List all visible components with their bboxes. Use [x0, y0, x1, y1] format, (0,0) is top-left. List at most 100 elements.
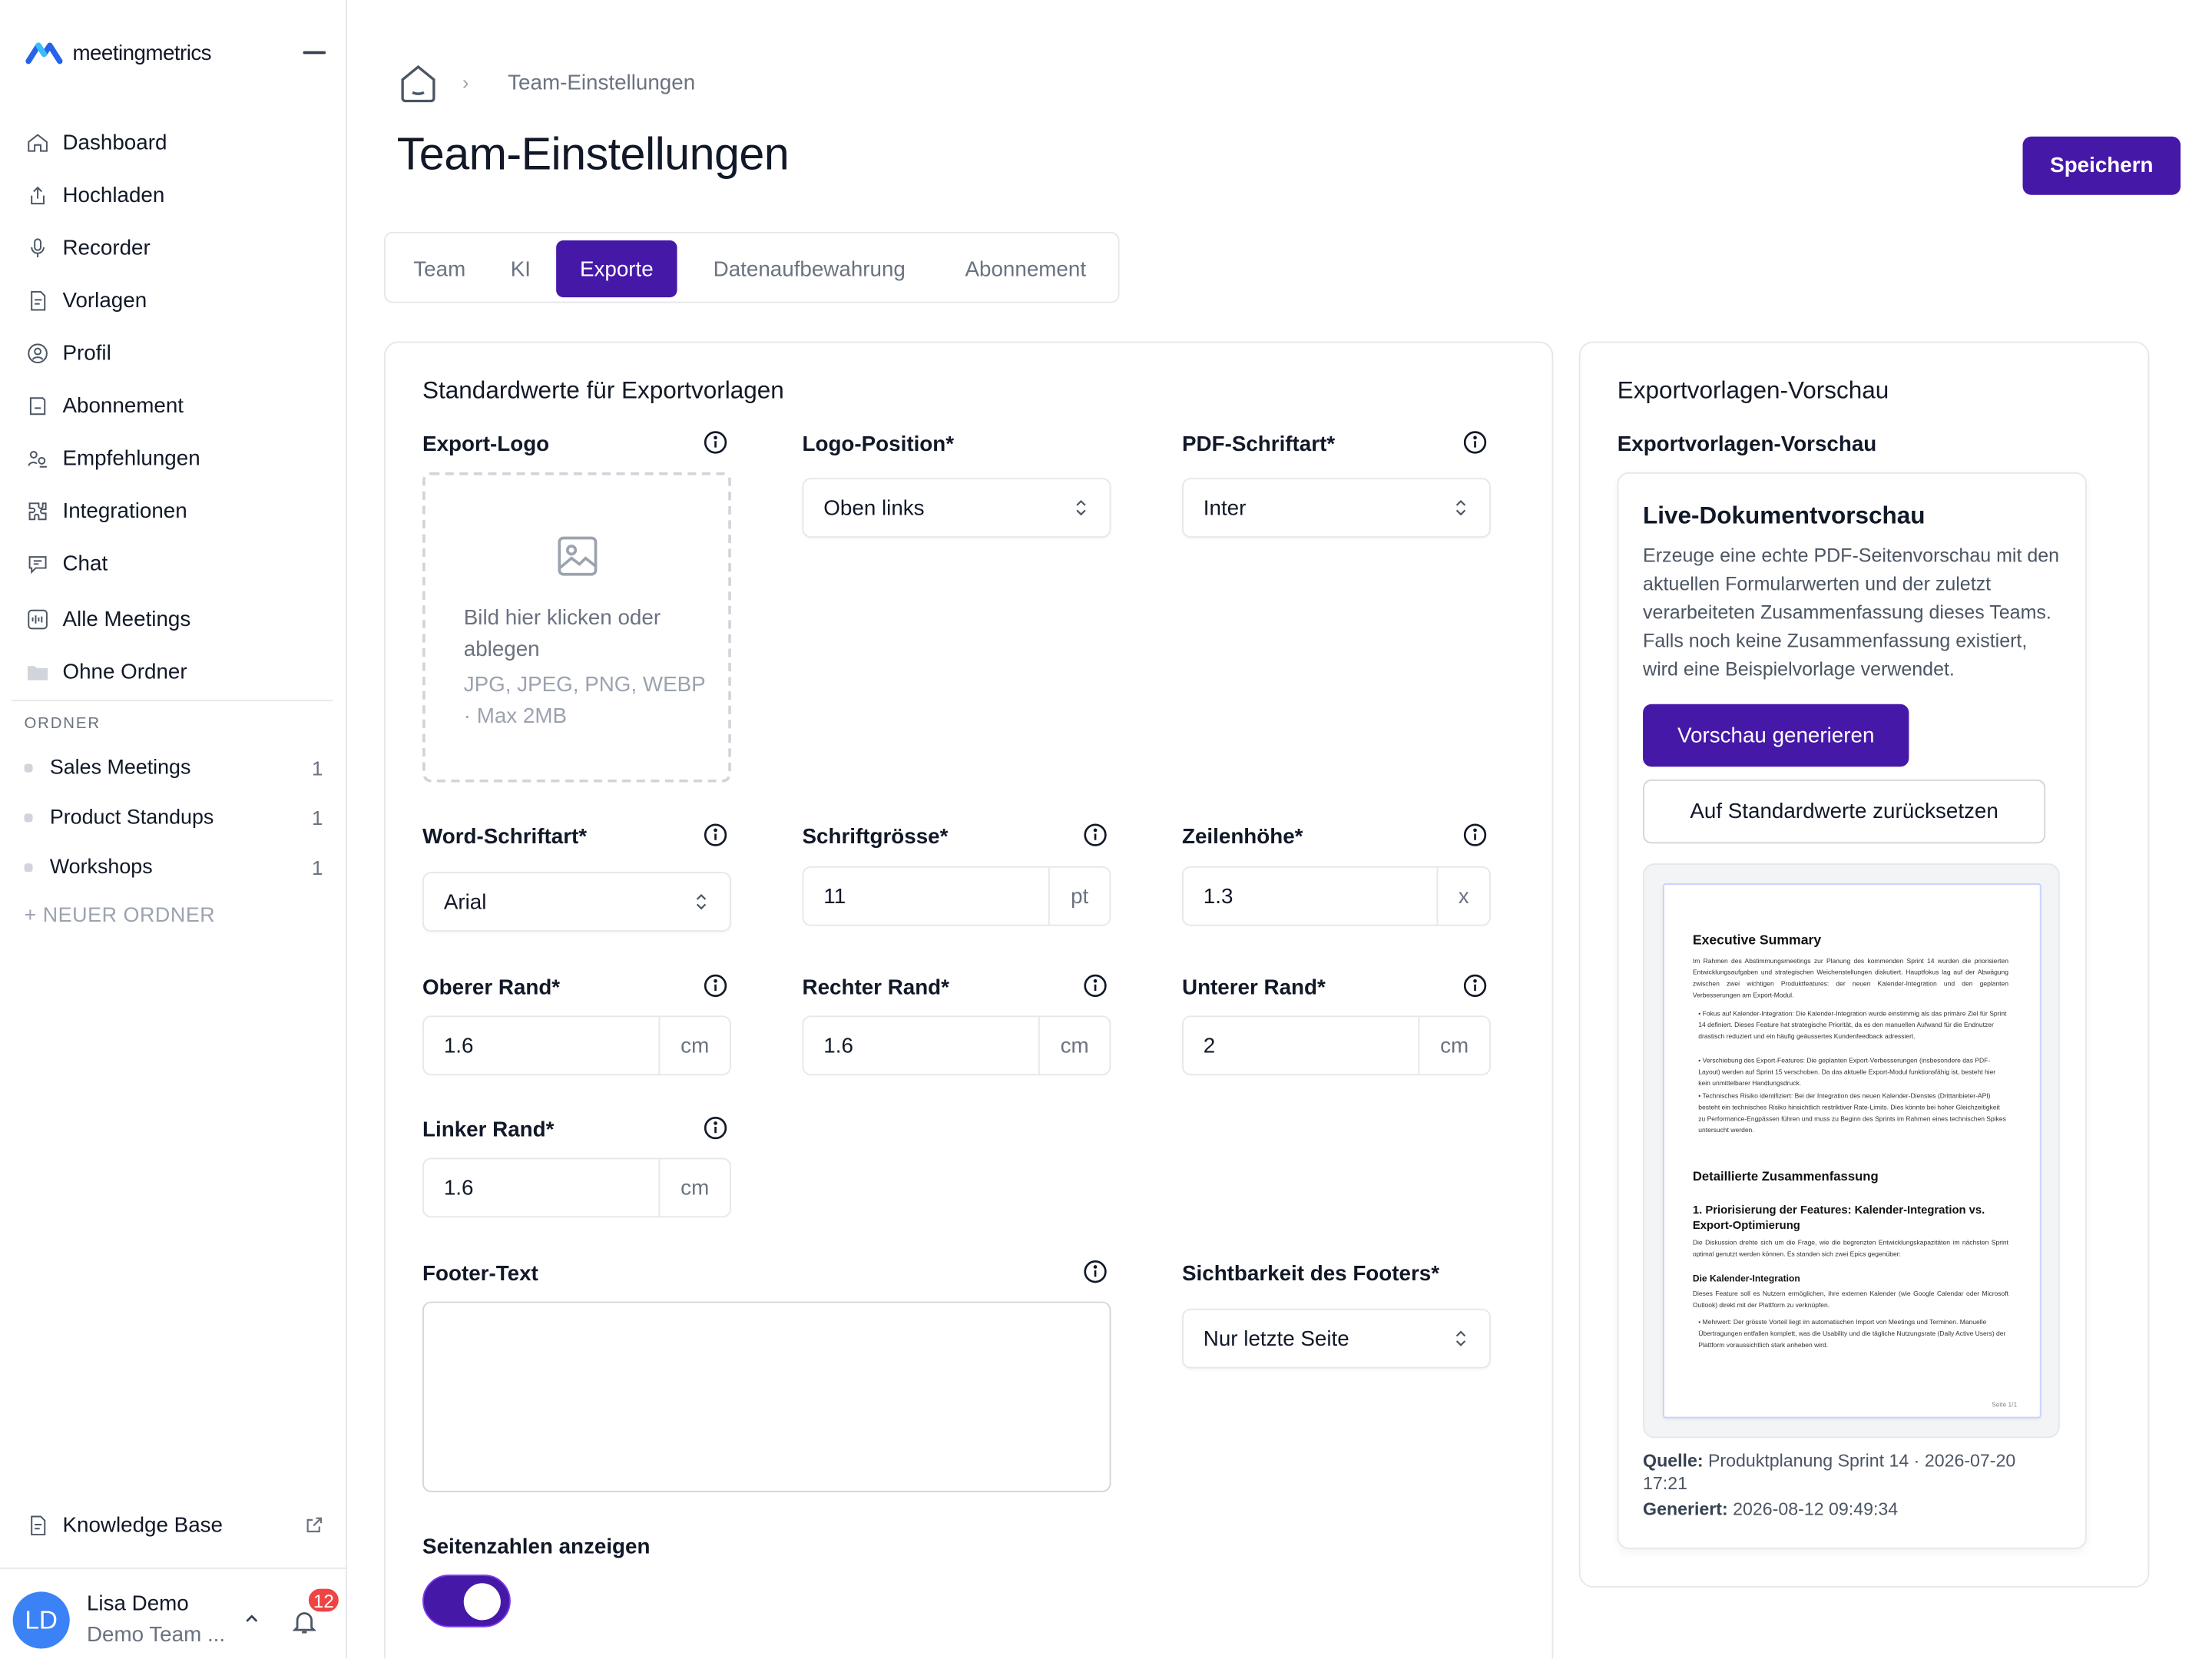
line-height-input[interactable]: 1.3 x	[1182, 866, 1491, 926]
preview-card-title: Exportvorlagen-Vorschau	[1617, 376, 1889, 404]
sidebar-divider	[11, 700, 333, 702]
tab-data-retention[interactable]: Datenaufbewahrung	[690, 240, 929, 297]
margin-right-input[interactable]: 1.6 cm	[802, 1015, 1111, 1076]
info-icon[interactable]	[1082, 973, 1108, 998]
info-icon[interactable]	[703, 1115, 728, 1141]
new-folder-button[interactable]: + NEUER ORDNER	[24, 905, 215, 928]
logo-icon	[25, 42, 63, 65]
live-preview-description: Erzeuge eine echte PDF-Seitenvorschau mi…	[1643, 545, 2060, 680]
logo-position-select[interactable]: Oben links	[802, 478, 1111, 538]
sidebar-item-subscription[interactable]: Abonnement	[25, 386, 184, 426]
document-preview[interactable]: Executive Summary Im Rahmen des Abstimmu…	[1662, 883, 2041, 1419]
sidebar-item-referrals[interactable]: Empfehlungen	[25, 438, 200, 478]
footer-text-area[interactable]	[422, 1301, 1111, 1492]
chevron-updown-icon	[696, 893, 707, 910]
doc-paragraph: Dieses Feature soll es Nutzern ermöglich…	[1692, 1290, 2009, 1310]
knowledge-base-link[interactable]: Knowledge Base	[25, 1505, 324, 1545]
preview-section-label: Exportvorlagen-Vorschau	[1617, 432, 1877, 457]
sidebar-item-dashboard[interactable]: Dashboard	[25, 122, 167, 162]
image-icon	[558, 536, 598, 576]
doc-heading: Detaillierte Zusammenfassung	[1692, 1169, 1879, 1184]
breadcrumb[interactable]: Team-Einstellungen	[508, 71, 695, 95]
sidebar-item-chat[interactable]: Chat	[25, 543, 108, 583]
template-icon	[31, 290, 46, 310]
margin-top-input[interactable]: 1.6 cm	[422, 1015, 731, 1076]
doc-subheading: Die Kalender-Integration	[1692, 1274, 1800, 1285]
page-title: Team-Einstellungen	[396, 127, 790, 180]
word-font-select[interactable]: Arial	[422, 872, 731, 932]
info-icon[interactable]	[1082, 1259, 1108, 1284]
margin-bottom-label: Unterer Rand*	[1182, 975, 1326, 1000]
live-preview-title: Live-Dokumentvorschau	[1643, 502, 1926, 529]
collapse-sidebar-button[interactable]	[303, 51, 326, 55]
margin-bottom-input[interactable]: 2 cm	[1182, 1015, 1491, 1076]
breadcrumb-separator: ›	[462, 71, 469, 94]
export-logo-label: Export-Logo	[422, 432, 550, 457]
sidebar-item-no-folder[interactable]: Ohne Ordner	[25, 651, 187, 691]
sidebar-item-all-meetings[interactable]: Alle Meetings	[25, 599, 190, 639]
pdf-font-select[interactable]: Inter	[1182, 478, 1491, 538]
microphone-icon	[31, 237, 45, 257]
profile-icon	[28, 343, 48, 363]
sidebar-item-profile[interactable]: Profil	[25, 333, 111, 373]
save-button[interactable]: Speichern	[2022, 136, 2181, 195]
font-size-input[interactable]: 11 pt	[802, 866, 1111, 926]
sidebar-item-templates[interactable]: Vorlagen	[25, 280, 147, 320]
margin-left-input[interactable]: 1.6 cm	[422, 1157, 731, 1218]
info-icon[interactable]	[1462, 973, 1488, 998]
margin-top-label: Oberer Rand*	[422, 975, 561, 1000]
footer-visibility-select[interactable]: Nur letzte Seite	[1182, 1308, 1491, 1369]
sidebar-item-integrations[interactable]: Integrationen	[25, 491, 187, 531]
preview-source: Quelle: Produktplanung Sprint 14 · 2026-…	[1643, 1451, 2016, 1494]
user-menu[interactable]: LD Lisa Demo Demo Team ... 12	[0, 1567, 346, 1659]
pdf-font-label: PDF-Schriftart*	[1182, 432, 1336, 457]
unit-label: x	[1436, 867, 1490, 925]
doc-paragraph: Im Rahmen des Abstimmungsmeetings zur Pl…	[1692, 957, 2009, 999]
reset-defaults-button[interactable]: Auf Standardwerte zurücksetzen	[1643, 779, 2046, 844]
folder-item[interactable]: Sales Meetings 1	[24, 751, 323, 785]
user-name: Lisa Demo	[86, 1591, 189, 1616]
info-icon[interactable]	[703, 973, 728, 998]
info-icon[interactable]	[1082, 822, 1108, 847]
upload-icon	[31, 185, 45, 204]
tab-team[interactable]: Team	[394, 240, 485, 297]
sidebar: meetingmetrics Dashboard Hochladen Recor…	[0, 0, 347, 1659]
folder-item[interactable]: Workshops 1	[24, 850, 323, 884]
folder-dot	[24, 863, 33, 873]
line-height-label: Zeilenhöhe*	[1182, 825, 1303, 849]
generate-preview-button[interactable]: Vorschau generieren	[1643, 704, 1909, 767]
avatar[interactable]: LD	[12, 1591, 70, 1649]
info-icon[interactable]	[703, 429, 728, 455]
info-icon[interactable]	[1462, 429, 1488, 455]
unit-label: cm	[658, 1159, 730, 1217]
tab-ki[interactable]: KI	[496, 240, 545, 297]
home-icon[interactable]	[397, 62, 440, 105]
export-defaults-title: Standardwerte für Exportvorlagen	[422, 376, 784, 404]
app-logo[interactable]: meetingmetrics	[25, 40, 212, 65]
doc-heading: Executive Summary	[1692, 932, 1822, 949]
sidebar-item-upload[interactable]: Hochladen	[25, 175, 164, 215]
sidebar-item-recorder[interactable]: Recorder	[25, 227, 151, 267]
folder-dot	[24, 763, 33, 773]
doc-bullet: • Fokus auf Kalender-Integration: Die Ka…	[1698, 1009, 2007, 1041]
unit-label: cm	[1038, 1017, 1110, 1075]
tab-exports[interactable]: Exporte	[556, 240, 677, 298]
info-icon[interactable]	[703, 822, 728, 847]
chevron-up-icon[interactable]	[242, 1609, 262, 1629]
margin-left-label: Linker Rand*	[422, 1118, 555, 1143]
chevron-updown-icon	[1455, 1330, 1466, 1346]
document-icon	[31, 1515, 46, 1535]
unit-label: pt	[1048, 867, 1110, 925]
page-numbers-toggle[interactable]	[422, 1575, 511, 1628]
folder-item[interactable]: Product Standups 1	[24, 801, 323, 835]
info-icon[interactable]	[1462, 822, 1488, 847]
toggle-knob	[463, 1583, 501, 1621]
folder-count: 1	[311, 806, 323, 830]
folder-dot	[24, 813, 33, 823]
doc-subheading: 1. Priorisierung der Features: Kalender-…	[1692, 1203, 1985, 1232]
tab-subscription[interactable]: Abonnement	[946, 240, 1105, 297]
folders-heading: ORDNER	[24, 715, 101, 733]
logo-dropzone[interactable]: Bild hier klicken oder ablegen JPG, JPEG…	[422, 472, 731, 783]
unit-label: cm	[1418, 1017, 1489, 1075]
preview-generated: Generiert: 2026-08-12 09:49:34	[1643, 1499, 1899, 1519]
